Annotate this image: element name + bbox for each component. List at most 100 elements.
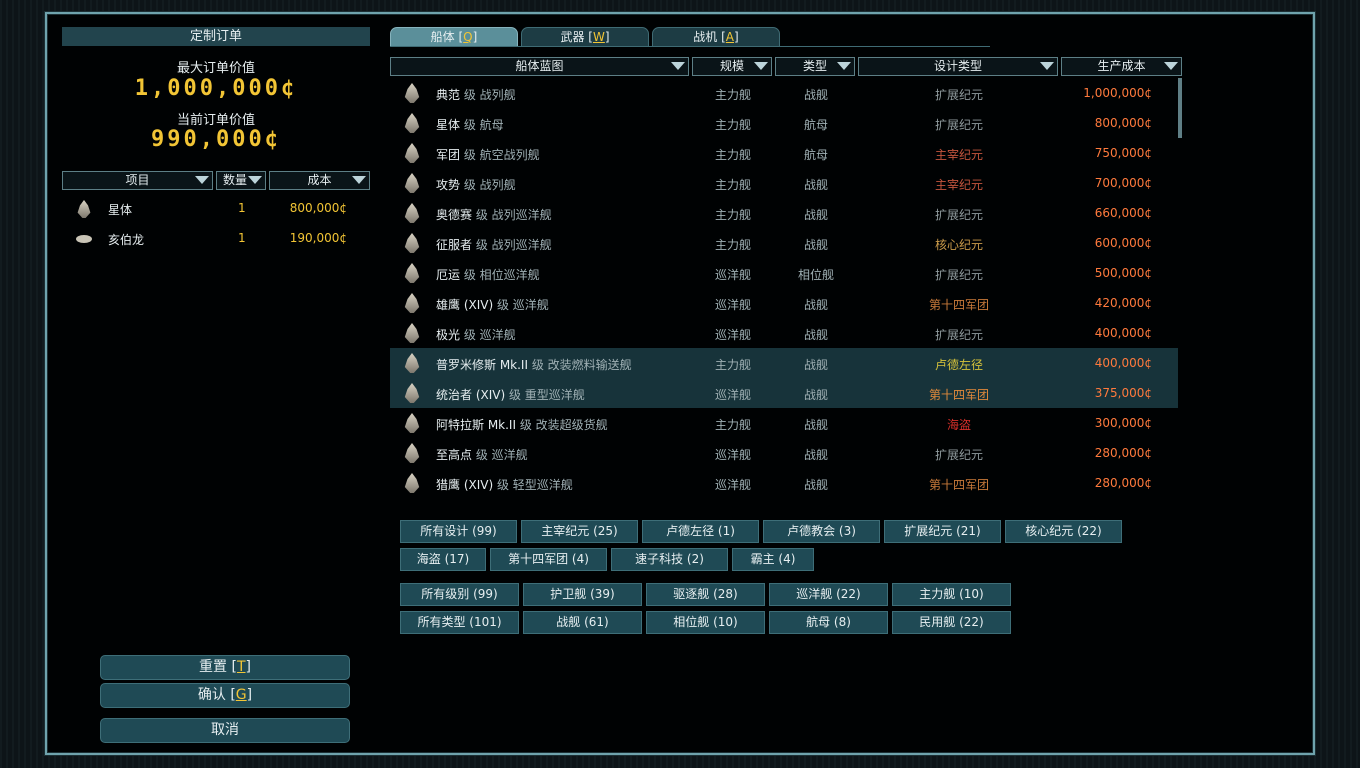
filter-type-button[interactable]: 所有类型 (101) [400, 611, 519, 634]
filter-size-button[interactable]: 护卫舰 (39) [523, 583, 642, 606]
hull-row[interactable]: 雄鹰 (XIV) 级 巡洋舰 巡洋舰 战舰 第十四军团 420,000¢ [390, 288, 1178, 318]
hull-size: 主力舰 [714, 178, 751, 192]
filter-size-button[interactable]: 所有级别 (99) [400, 583, 519, 606]
hull-cost: 420,000¢ [1094, 296, 1152, 310]
filter-design-button[interactable]: 霸主 (4) [732, 548, 814, 571]
filter-type-button[interactable]: 相位舰 (10) [646, 611, 765, 634]
hull-type: 航母 [803, 148, 828, 162]
column-header-item[interactable]: 项目 [62, 171, 213, 190]
column-header-cost[interactable]: 成本 [269, 171, 370, 190]
hull-design-type: 扩展纪元 [934, 208, 983, 222]
filter-design-button[interactable]: 所有设计 (99) [400, 520, 517, 543]
reset-button[interactable]: 重置 [T] [100, 655, 350, 680]
hull-name: 雄鹰 (XIV) 级 巡洋舰 [436, 296, 549, 313]
hull-size: 主力舰 [714, 238, 751, 252]
hull-row[interactable]: 征服者 级 战列巡洋舰 主力舰 战舰 核心纪元 600,000¢ [390, 228, 1178, 258]
ship-icon [404, 323, 420, 343]
order-item-name: 亥伯龙 [108, 233, 145, 247]
tab-weapons[interactable]: 武器 [W] [521, 27, 649, 47]
hull-design-type: 卢德左径 [934, 358, 983, 372]
hull-type: 战舰 [803, 358, 828, 372]
hull-class: 级 战列舰 [463, 88, 516, 102]
filter-design-button[interactable]: 速子科技 (2) [611, 548, 728, 571]
table-scrollbar[interactable] [1178, 78, 1182, 138]
column-header-type[interactable]: 类型 [775, 57, 855, 76]
tab-hulls[interactable]: 船体 [Q] [390, 27, 518, 47]
hull-name-label: 典范 [436, 88, 461, 102]
hull-cost: 375,000¢ [1094, 386, 1152, 400]
order-item-qty: 1 [238, 201, 246, 215]
hull-row[interactable]: 统治者 (XIV) 级 重型巡洋舰 巡洋舰 战舰 第十四军团 375,000¢ [390, 378, 1178, 408]
filter-type-button[interactable]: 航母 (8) [769, 611, 888, 634]
ship-icon [404, 173, 420, 193]
hull-size: 主力舰 [714, 208, 751, 222]
ship-icon [404, 203, 420, 223]
hull-name: 攻势 级 战列舰 [436, 176, 516, 193]
tab-fighters-hotkey: A [725, 30, 735, 44]
hull-row[interactable]: 典范 级 战列舰 主力舰 战舰 扩展纪元 1,000,000¢ [390, 78, 1178, 108]
hull-row[interactable]: 星体 级 航母 主力舰 航母 扩展纪元 800,000¢ [390, 108, 1178, 138]
hull-cost: 800,000¢ [1094, 116, 1152, 130]
hull-design-type: 扩展纪元 [934, 268, 983, 282]
order-item-cost: 190,000¢ [289, 231, 347, 245]
filter-design-button[interactable]: 第十四军团 (4) [490, 548, 607, 571]
hull-type: 战舰 [803, 238, 828, 252]
hull-row[interactable]: 攻势 级 战列舰 主力舰 战舰 主宰纪元 700,000¢ [390, 168, 1178, 198]
cancel-button[interactable]: 取消 [100, 718, 350, 743]
sort-arrow-icon [1040, 62, 1054, 70]
order-item-row[interactable]: 星体 1 800,000¢ [62, 195, 370, 223]
hull-size: 主力舰 [714, 358, 751, 372]
custom-order-dialog: 定制订单 最大订单价值 1,000,000¢ 当前订单价值 990,000¢ 项… [45, 12, 1315, 755]
column-header-cost[interactable]: 生产成本 [1061, 57, 1182, 76]
hull-row[interactable]: 厄运 级 相位巡洋舰 巡洋舰 相位舰 扩展纪元 500,000¢ [390, 258, 1178, 288]
hull-cost: 500,000¢ [1094, 266, 1152, 280]
hull-type: 相位舰 [797, 268, 834, 282]
hull-type: 战舰 [803, 418, 828, 432]
bracket-close: ] [472, 30, 478, 44]
confirm-button[interactable]: 确认 [G] [100, 683, 350, 708]
hull-row[interactable]: 猎鹰 (XIV) 级 轻型巡洋舰 巡洋舰 战舰 第十四军团 280,000¢ [390, 468, 1178, 498]
column-header-type-label: 类型 [802, 59, 827, 73]
hull-type: 战舰 [803, 208, 828, 222]
hull-class: 级 战列巡洋舰 [475, 208, 552, 222]
column-header-design[interactable]: 设计类型 [858, 57, 1058, 76]
hull-name-label: 雄鹰 (XIV) [436, 298, 494, 312]
hull-size: 巡洋舰 [714, 388, 751, 402]
filter-design-button[interactable]: 卢德左径 (1) [642, 520, 759, 543]
filter-design-button[interactable]: 主宰纪元 (25) [521, 520, 638, 543]
hull-cost: 660,000¢ [1094, 206, 1152, 220]
hull-row[interactable]: 军团 级 航空战列舰 主力舰 航母 主宰纪元 750,000¢ [390, 138, 1178, 168]
hull-design-type: 扩展纪元 [934, 118, 983, 132]
filter-design-button[interactable]: 海盗 (17) [400, 548, 486, 571]
filter-size-button[interactable]: 驱逐舰 (28) [646, 583, 765, 606]
hull-row[interactable]: 阿特拉斯 Mk.II 级 改装超级货舰 主力舰 战舰 海盗 300,000¢ [390, 408, 1178, 438]
filter-design-button[interactable]: 卢德教会 (3) [763, 520, 880, 543]
hull-size: 主力舰 [714, 118, 751, 132]
hull-row[interactable]: 至高点 级 巡洋舰 巡洋舰 战舰 扩展纪元 280,000¢ [390, 438, 1178, 468]
hull-row[interactable]: 奥德赛 级 战列巡洋舰 主力舰 战舰 扩展纪元 660,000¢ [390, 198, 1178, 228]
filter-type-button[interactable]: 民用舰 (22) [892, 611, 1011, 634]
column-header-qty[interactable]: 数量 [216, 171, 266, 190]
hull-name: 普罗米修斯 Mk.II 级 改装燃料输送舰 [436, 356, 632, 373]
column-header-size[interactable]: 规模 [692, 57, 772, 76]
hull-design-type: 第十四军团 [928, 388, 989, 402]
filter-size-button[interactable]: 主力舰 (10) [892, 583, 1011, 606]
hull-name: 极光 级 巡洋舰 [436, 326, 516, 343]
hull-row[interactable]: 极光 级 巡洋舰 巡洋舰 战舰 扩展纪元 400,000¢ [390, 318, 1178, 348]
hull-name: 统治者 (XIV) 级 重型巡洋舰 [436, 386, 585, 403]
hull-name-label: 星体 [436, 118, 461, 132]
hull-name: 征服者 级 战列巡洋舰 [436, 236, 552, 253]
filter-size-button[interactable]: 巡洋舰 (22) [769, 583, 888, 606]
hull-type: 战舰 [803, 388, 828, 402]
hull-type: 战舰 [803, 448, 828, 462]
filter-design-button[interactable]: 核心纪元 (22) [1005, 520, 1122, 543]
hull-name: 猎鹰 (XIV) 级 轻型巡洋舰 [436, 476, 573, 493]
column-header-blueprint[interactable]: 船体蓝图 [390, 57, 689, 76]
tab-fighters[interactable]: 战机 [A] [652, 27, 780, 47]
order-item-row[interactable]: 亥伯龙 1 190,000¢ [62, 225, 370, 253]
column-header-qty-label: 数量 [223, 173, 248, 187]
hull-row[interactable]: 普罗米修斯 Mk.II 级 改装燃料输送舰 主力舰 战舰 卢德左径 400,000¢ [390, 348, 1178, 378]
filter-design-button[interactable]: 扩展纪元 (21) [884, 520, 1001, 543]
filter-type-button[interactable]: 战舰 (61) [523, 611, 642, 634]
reset-hotkey: T [236, 659, 246, 675]
